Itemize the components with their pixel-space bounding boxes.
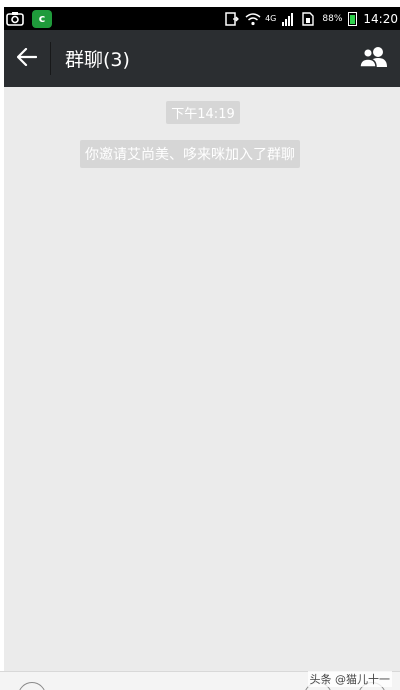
call-forward-icon xyxy=(225,11,240,26)
chat-message-area[interactable]: 下午14:19 你邀请艾尚美、哆来咪加入了群聊 xyxy=(4,87,400,671)
group-members-button[interactable] xyxy=(352,37,396,81)
message-timestamp: 下午14:19 xyxy=(166,101,240,124)
watermark: 头条 @猫儿十一 xyxy=(307,671,392,687)
group-users-icon xyxy=(359,46,389,72)
system-message: 你邀请艾尚美、哆来咪加入了群聊 xyxy=(80,140,300,168)
network-type-label: 4G xyxy=(265,14,277,23)
chat-header: 群聊(3) xyxy=(4,30,400,87)
wifi-icon xyxy=(245,12,261,26)
arrow-left-icon xyxy=(16,47,38,70)
screenshot-camera-icon xyxy=(6,11,24,26)
screen: c 4G 88% 14:20 群聊(3) 下午14:19 你邀请艾尚美、哆来咪加… xyxy=(0,0,400,690)
status-bar: c 4G 88% 14:20 xyxy=(4,7,400,30)
page-title: 群聊(3) xyxy=(65,49,130,71)
voice-button[interactable] xyxy=(18,682,46,690)
signal-strength-icon xyxy=(282,12,296,26)
sim-card-icon xyxy=(302,11,316,26)
status-time: 14:20 xyxy=(363,11,398,26)
back-button[interactable] xyxy=(4,30,50,87)
header-divider xyxy=(50,42,51,75)
battery-percent: 88% xyxy=(322,13,343,24)
battery-icon xyxy=(348,11,358,26)
app-notification-icon: c xyxy=(32,9,52,28)
